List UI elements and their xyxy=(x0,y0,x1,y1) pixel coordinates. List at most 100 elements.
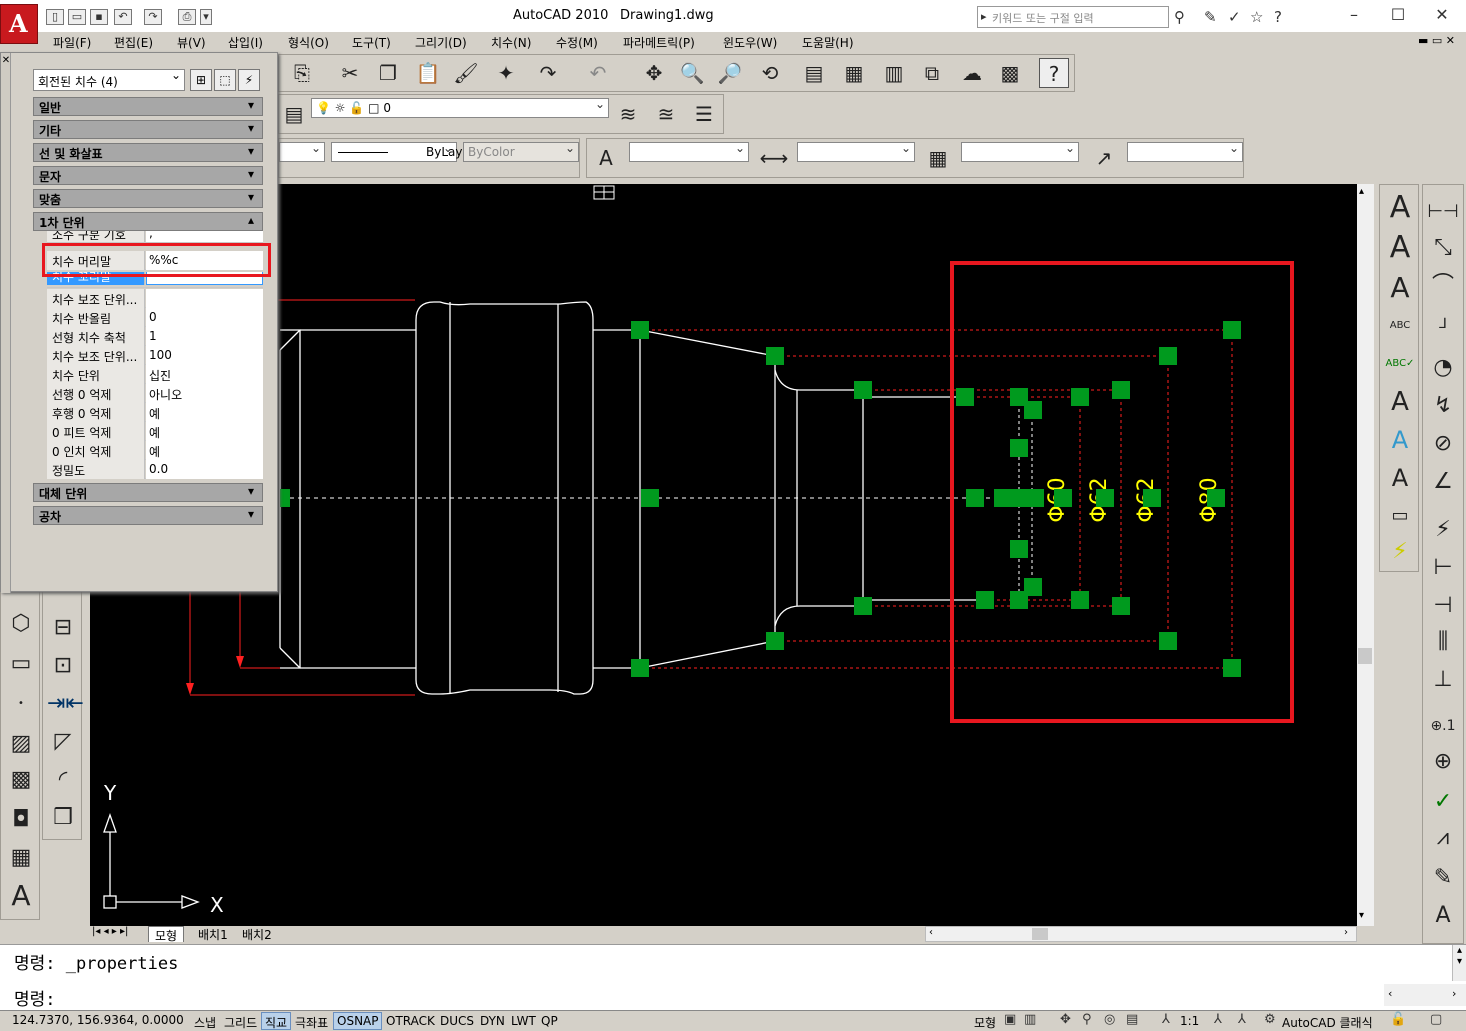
scroll-right-icon[interactable]: › xyxy=(1452,987,1456,1000)
join-icon[interactable]: ⇥⇤ xyxy=(47,687,84,721)
radius-dim-icon[interactable]: ◔ xyxy=(1427,351,1459,385)
tab-model[interactable]: 모형 xyxy=(148,926,185,943)
menu-insert[interactable]: 삽입(I) xyxy=(228,34,263,51)
menu-modify[interactable]: 수정(M) xyxy=(556,34,598,51)
cat-fit[interactable]: 맞춤 xyxy=(33,189,263,208)
annotation-scale-value[interactable]: 1:1 xyxy=(1176,1012,1203,1030)
prop-row[interactable]: 소수 구분 기호 , xyxy=(47,231,263,243)
zoom-window-icon[interactable]: 🔎 xyxy=(715,58,745,88)
save-icon[interactable]: ▪ xyxy=(90,9,108,25)
cat-general[interactable]: 일반 xyxy=(33,97,263,116)
open-icon[interactable]: ▭ xyxy=(68,9,86,25)
menu-dimension[interactable]: 치수(N) xyxy=(491,34,531,51)
trim-icon[interactable]: ⊡ xyxy=(47,649,79,683)
prop-value[interactable]: 0.0 xyxy=(146,460,263,479)
markup-icon[interactable]: ☁ xyxy=(957,58,987,88)
match-properties-icon[interactable]: 🖌 xyxy=(451,58,481,88)
dim-space-icon[interactable]: ⫼ xyxy=(1427,625,1459,659)
make-current-icon[interactable]: ≋ xyxy=(613,99,643,129)
design-center-icon[interactable]: ▦ xyxy=(839,58,869,88)
zoom-realtime-icon[interactable]: 🔍 xyxy=(677,58,707,88)
search-input[interactable]: 키워드 또는 구절 입력 xyxy=(977,6,1169,28)
ordinate-dim-icon[interactable]: ⅃ xyxy=(1427,307,1459,341)
prop-row[interactable]: 치수 반올림 0 xyxy=(47,308,263,327)
selection-combo[interactable]: 회전된 치수 (4) xyxy=(33,68,185,91)
continue-dim-icon[interactable]: ⊣ xyxy=(1427,589,1459,623)
help-tb-icon[interactable]: ? xyxy=(1039,58,1069,88)
tab-layout1[interactable]: 배치1 xyxy=(192,926,234,942)
linetype-combo[interactable]: ByLayer xyxy=(331,141,475,162)
sheet-set-icon[interactable]: ⧉ xyxy=(917,58,947,88)
quick-view-layouts-icon[interactable]: ▣ xyxy=(1004,1012,1016,1027)
annotation-scale-icon[interactable]: ⅄ xyxy=(1162,1012,1170,1027)
command-scrollbar[interactable]: ▴ ▾ xyxy=(1452,945,1466,981)
menu-edit[interactable]: 편집(E) xyxy=(114,34,153,51)
prop-row[interactable]: 후행 0 억제 예 xyxy=(47,403,263,422)
quick-select-icon[interactable]: ⚡ xyxy=(238,69,260,91)
binoculars-icon[interactable]: ⚲ xyxy=(1174,8,1185,26)
table-style-icon[interactable]: ▦ xyxy=(923,143,953,173)
subscription-icon[interactable]: ✓ xyxy=(1228,8,1241,26)
redo-tb-icon[interactable]: ↶ xyxy=(583,58,613,88)
ducs-toggle[interactable]: DUCS xyxy=(436,1012,478,1030)
quick-view-drawings-icon[interactable]: ▥ xyxy=(1024,1012,1036,1027)
menu-file[interactable]: 파일(F) xyxy=(53,34,91,51)
polar-toggle[interactable]: 극좌표 xyxy=(291,1012,332,1030)
block-editor-icon[interactable]: ✦ xyxy=(491,58,521,88)
chamfer-icon[interactable]: ◸ xyxy=(47,725,79,759)
table-icon[interactable]: ▦ xyxy=(5,841,37,875)
comm-center-icon[interactable]: ✎ xyxy=(1204,8,1217,26)
cut-icon[interactable]: ✂ xyxy=(335,58,365,88)
cat-lines-arrows[interactable]: 선 및 화살표 xyxy=(33,143,263,162)
lwt-toggle[interactable]: LWT xyxy=(507,1012,540,1030)
paste-icon[interactable]: 📋 xyxy=(413,58,443,88)
dim-style-icon[interactable]: ⟷ xyxy=(759,143,789,173)
cat-primary-units[interactable]: 1차 단위 xyxy=(33,212,263,231)
layer-combo[interactable]: 💡 ☼ 🔓 □ 0 xyxy=(311,97,609,118)
prop-value[interactable]: 1 xyxy=(146,327,263,346)
dim-text-edit-icon[interactable]: A xyxy=(1427,899,1459,933)
menu-tools[interactable]: 도구(T) xyxy=(352,34,391,51)
rectangle-icon[interactable]: ▭ xyxy=(5,647,37,681)
prop-row[interactable]: 0 피트 억제 예 xyxy=(47,422,263,441)
find-text-icon[interactable]: ABC xyxy=(1384,309,1416,343)
hscroll-thumb[interactable] xyxy=(1032,928,1048,940)
layer-states-icon[interactable]: ☰ xyxy=(689,99,719,129)
point-icon[interactable]: • xyxy=(5,687,37,721)
scroll-up-icon[interactable]: ▴ xyxy=(1359,186,1364,197)
grid-toggle[interactable]: 그리드 xyxy=(220,1012,261,1030)
prop-row[interactable]: 0 인치 억제 예 xyxy=(47,441,263,460)
snap-toggle[interactable]: 스냅 xyxy=(190,1012,220,1030)
table-style-combo[interactable] xyxy=(961,141,1079,162)
palette-close-icon[interactable]: ✕ xyxy=(1,55,11,66)
menu-help[interactable]: 도움말(H) xyxy=(802,34,854,51)
aligned-dim-icon[interactable]: ⤡ xyxy=(1427,231,1459,265)
workspace-gear-icon[interactable]: ⚙ xyxy=(1264,1012,1276,1027)
baseline-dim-icon[interactable]: ⊢ xyxy=(1427,551,1459,585)
model-space-button[interactable]: 모형 xyxy=(970,1012,1000,1030)
scroll-down-icon[interactable]: ▾ xyxy=(1359,910,1364,921)
scroll-left-icon[interactable]: ‹ xyxy=(929,927,933,938)
coordinates-readout[interactable]: 124.7370, 156.9364, 0.0000 xyxy=(12,1013,184,1027)
menu-parametric[interactable]: 파라메트릭(P) xyxy=(623,34,695,51)
workspace-switch[interactable]: AutoCAD 클래식 xyxy=(1278,1012,1377,1030)
menu-draw[interactable]: 그리기(D) xyxy=(415,34,467,51)
text-style-combo[interactable] xyxy=(629,141,749,162)
pan-icon[interactable]: ✥ xyxy=(639,58,669,88)
undo-tb-icon[interactable]: ↷ xyxy=(533,58,563,88)
prop-value[interactable]: 예 xyxy=(146,422,263,441)
text-style-icon[interactable]: A xyxy=(591,143,621,173)
prop-value[interactable]: 십진 xyxy=(146,365,263,384)
region-icon[interactable]: ◘ xyxy=(5,803,37,837)
plot-icon[interactable]: ⎙ xyxy=(178,9,196,25)
application-menu-button[interactable] xyxy=(0,4,38,44)
scroll-thumb[interactable] xyxy=(1358,648,1372,664)
prop-row[interactable]: 선행 0 억제 아니오 xyxy=(47,384,263,403)
inspection-icon[interactable]: ✓ xyxy=(1427,785,1459,819)
vertical-scrollbar[interactable]: ▴ ▾ xyxy=(1357,184,1374,926)
explode-icon[interactable]: ❒ xyxy=(47,801,79,835)
osnap-toggle[interactable]: OSNAP xyxy=(333,1012,383,1030)
prop-value[interactable]: 예 xyxy=(146,403,263,422)
prop-row[interactable]: 선형 치수 축척 1 xyxy=(47,327,263,346)
gradient-icon[interactable]: ▩ xyxy=(5,763,37,797)
